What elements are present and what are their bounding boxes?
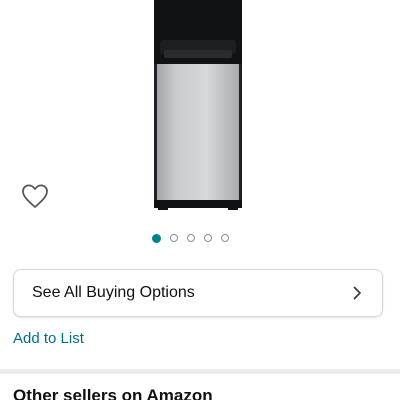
add-to-list-link[interactable]: Add to List: [13, 330, 84, 347]
buying-options-label: See All Buying Options: [32, 284, 195, 301]
heart-outline-icon[interactable]: [21, 183, 49, 209]
chevron-right-icon: [353, 286, 361, 300]
carousel-dot-active[interactable]: [152, 233, 161, 243]
other-sellers-heading: Other sellers on Amazon: [13, 386, 213, 400]
carousel-dot[interactable]: [204, 234, 212, 242]
section-divider: [0, 369, 400, 374]
product-image[interactable]: [150, 0, 246, 212]
product-page: See All Buying Options Add to List Other…: [0, 0, 400, 400]
carousel-dot[interactable]: [187, 234, 195, 242]
carousel-dots: [152, 232, 238, 244]
carousel-dot[interactable]: [170, 234, 178, 242]
carousel-dot[interactable]: [221, 234, 229, 242]
see-all-buying-options-button[interactable]: See All Buying Options: [13, 269, 383, 317]
